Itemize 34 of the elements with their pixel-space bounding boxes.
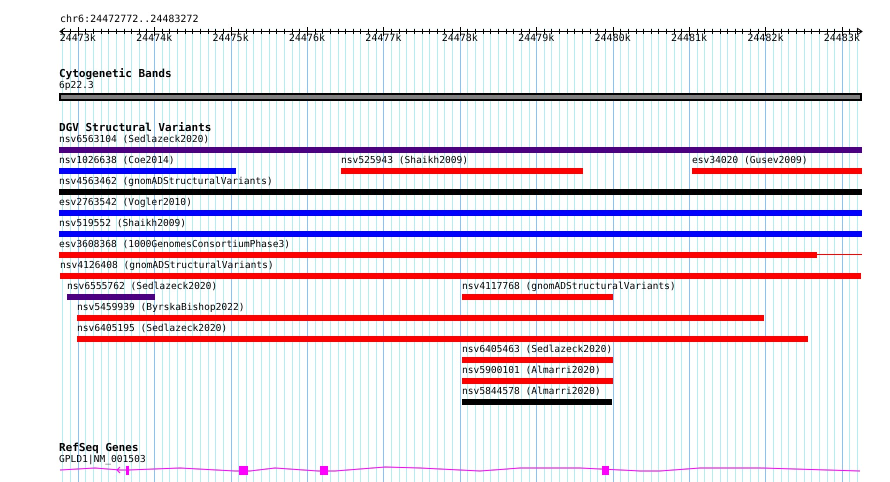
variant-label: nsv525943 (Shaikh2009) bbox=[341, 155, 468, 167]
variant-label: nsv6405463 (Sedlazeck2020) bbox=[462, 344, 612, 356]
tick-label: 24478k bbox=[442, 33, 478, 45]
variant-label: nsv5844578 (Almarri2020) bbox=[462, 386, 601, 398]
variant-label: nsv6555762 (Sedlazeck2020) bbox=[67, 281, 218, 293]
variant-label: nsv5900101 (Almarri2020) bbox=[462, 365, 601, 377]
variant-label: nsv1026638 (Coe2014) bbox=[59, 155, 175, 167]
track-title: DGV Structural Variants bbox=[59, 121, 212, 134]
variant-label: nsv519552 (Shaikh2009) bbox=[59, 218, 186, 230]
band-label: 6p22.3 bbox=[59, 80, 94, 92]
tick-label: 24477k bbox=[365, 33, 402, 45]
variant-label: nsv4126408 (gnomADStructuralVariants) bbox=[60, 260, 274, 272]
tick-label: 24480k bbox=[594, 33, 631, 45]
variant-label: nsv4117768 (gnomADStructuralVariants) bbox=[462, 281, 676, 293]
variant-label: nsv5459939 (ByrskaBishop2022) bbox=[77, 302, 245, 314]
variant-label: nsv4563462 (gnomADStructuralVariants) bbox=[59, 176, 273, 188]
tick-label: 24481k bbox=[670, 33, 708, 45]
variant-label: esv3608368 (1000GenomesConsortiumPhase3) bbox=[59, 239, 290, 251]
variant-label: esv34020 (Gusev2009) bbox=[692, 155, 808, 167]
track-title: RefSeq Genes bbox=[59, 441, 138, 454]
tick-label: 24479k bbox=[518, 33, 554, 45]
tick-label: 24474k bbox=[136, 33, 172, 45]
tick-label: 24476k bbox=[288, 33, 325, 45]
variant-line bbox=[817, 254, 862, 255]
track-title: Cytogenetic Bands bbox=[59, 67, 172, 80]
gene-label: GPLD1|NM_001503 bbox=[59, 454, 146, 466]
variant-label: esv2763542 (Vogler2010) bbox=[59, 197, 192, 209]
tick-label: 24482k bbox=[747, 33, 784, 45]
tick-label: 24483k bbox=[824, 33, 860, 45]
tick-label: 24475k bbox=[212, 33, 249, 45]
variant-label: nsv6405195 (Sedlazeck2020) bbox=[77, 323, 228, 335]
tick-label: 24473k bbox=[60, 33, 96, 45]
location-label: chr6:24472772..24483272 bbox=[60, 14, 198, 26]
variant-label: nsv6563104 (Sedlazeck2020) bbox=[59, 134, 210, 146]
